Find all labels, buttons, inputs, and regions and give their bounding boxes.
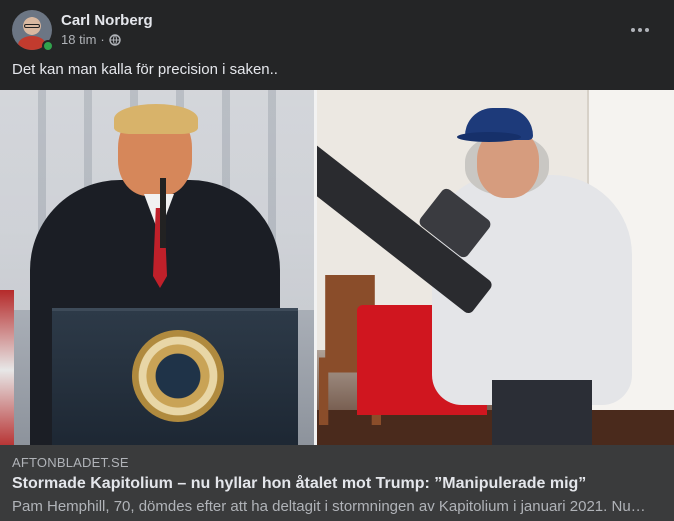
link-preview-info[interactable]: AFTONBLADET.SE Stormade Kapitolium – nu … — [0, 445, 674, 521]
post-meta: 18 tim · — [61, 32, 121, 47]
photo-cap-brim — [457, 132, 521, 142]
post-header: Carl Norberg 18 tim · — [12, 10, 662, 52]
photo-flag — [0, 290, 14, 445]
photo-speaker-at-podium — [0, 90, 314, 445]
link-preview-image[interactable] — [0, 90, 674, 445]
avatar-glasses — [24, 24, 40, 28]
meta-separator: · — [100, 32, 105, 47]
more-options-button[interactable] — [626, 16, 654, 44]
photo-woman-pants — [492, 380, 592, 445]
author-name[interactable]: Carl Norberg — [61, 12, 153, 29]
photo-speaker-hair — [114, 104, 198, 134]
globe-icon[interactable] — [109, 33, 121, 46]
link-source-domain: AFTONBLADET.SE — [12, 455, 129, 470]
post-text: Det kan man kalla för precision i saken.… — [12, 61, 278, 78]
post-timestamp[interactable]: 18 tim — [61, 32, 96, 47]
online-status-indicator — [42, 40, 54, 52]
more-dot — [645, 28, 649, 32]
photo-presidential-seal — [132, 330, 224, 422]
photo-microphone — [160, 178, 166, 248]
link-description: Pam Hemphill, 70, dömdes efter att ha de… — [12, 498, 646, 515]
photo-woman-with-gun — [317, 90, 674, 445]
more-horizontal-icon — [631, 28, 635, 32]
feed-post: Carl Norberg 18 tim · Det kan man kalla … — [0, 0, 674, 521]
link-title[interactable]: Stormade Kapitolium – nu hyllar hon åtal… — [12, 475, 586, 493]
more-dot — [638, 28, 642, 32]
